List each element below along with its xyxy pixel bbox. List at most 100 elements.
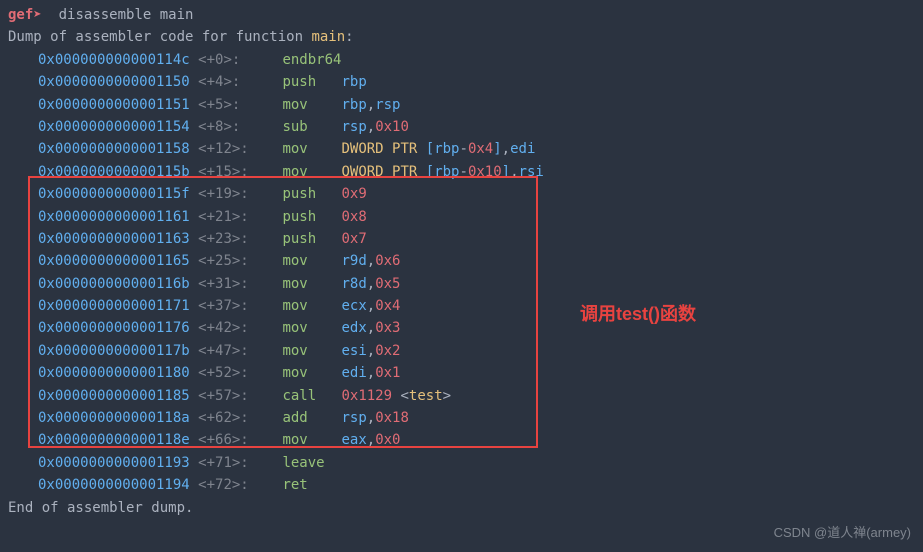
annotation-label: 调用test()函数 (580, 300, 696, 329)
operand: QWORD PTR (341, 164, 425, 180)
offset: <+66>: (198, 432, 282, 448)
operand: 0x1129 (341, 388, 392, 404)
operand: 0x10 (468, 164, 502, 180)
asm-row: 0x0000000000001163 <+23>: push 0x7 (8, 228, 915, 250)
operand: rbp (341, 97, 366, 113)
address: 0x0000000000001154 (38, 119, 190, 135)
mnemonic: sub (282, 119, 341, 135)
offset: <+25>: (198, 253, 282, 269)
offset: <+12>: (198, 141, 282, 157)
mnemonic: add (282, 410, 341, 426)
operand: r8d (341, 276, 366, 292)
operand: esi (341, 343, 366, 359)
offset: <+23>: (198, 231, 282, 247)
operand: [ (426, 164, 434, 180)
operand: - (460, 164, 468, 180)
operand: rsi (519, 164, 544, 180)
mnemonic: push (282, 209, 341, 225)
mnemonic: push (282, 231, 341, 247)
offset: <+21>: (198, 209, 282, 225)
address: 0x000000000000117b (38, 343, 190, 359)
asm-row: 0x000000000000118a <+62>: add rsp,0x18 (8, 407, 915, 429)
offset: <+0>: (198, 52, 282, 68)
mnemonic: push (282, 74, 341, 90)
mnemonic: mov (282, 164, 341, 180)
address: 0x000000000000115b (38, 164, 190, 180)
offset: <+52>: (198, 365, 282, 381)
address: 0x0000000000001194 (38, 477, 190, 493)
asm-row: 0x0000000000001151 <+5>: mov rbp,rsp (8, 94, 915, 116)
mnemonic: mov (282, 365, 341, 381)
mnemonic: mov (282, 276, 341, 292)
command: disassemble main (59, 7, 194, 23)
asm-row: 0x000000000000116b <+31>: mov r8d,0x5 (8, 273, 915, 295)
address: 0x0000000000001158 (38, 141, 190, 157)
prompt-name: gef (8, 7, 33, 23)
mnemonic: mov (282, 253, 341, 269)
offset: <+8>: (198, 119, 282, 135)
watermark: CSDN @道人禅(armey) (774, 523, 911, 544)
mnemonic: mov (282, 298, 341, 314)
operand: 0x4 (375, 298, 400, 314)
address: 0x0000000000001165 (38, 253, 190, 269)
address: 0x0000000000001151 (38, 97, 190, 113)
asm-row: 0x000000000000115b <+15>: mov QWORD PTR … (8, 161, 915, 183)
offset: <+4>: (198, 74, 282, 90)
operand: ecx (341, 298, 366, 314)
offset: <+37>: (198, 298, 282, 314)
operand: < (392, 388, 409, 404)
operand: test (409, 388, 443, 404)
operand: 0x5 (375, 276, 400, 292)
asm-row: 0x0000000000001171 <+37>: mov ecx,0x4 (8, 295, 915, 317)
mnemonic: mov (282, 320, 341, 336)
operand: rbp (341, 74, 366, 90)
operand: DWORD PTR (341, 141, 425, 157)
mnemonic: ret (282, 477, 341, 493)
operand: , (367, 410, 375, 426)
offset: <+62>: (198, 410, 282, 426)
asm-row: 0x0000000000001154 <+8>: sub rsp,0x10 (8, 116, 915, 138)
disassembly-rows: 0x000000000000114c <+0>: endbr640x000000… (8, 49, 915, 497)
operand: , (367, 432, 375, 448)
operand: 0x0 (375, 432, 400, 448)
dump-footer: End of assembler dump. (8, 497, 915, 519)
mnemonic: call (282, 388, 341, 404)
asm-row: 0x0000000000001185 <+57>: call 0x1129 <t… (8, 385, 915, 407)
operand: [ (426, 141, 434, 157)
mnemonic: mov (282, 432, 341, 448)
operand: , (367, 97, 375, 113)
asm-row: 0x0000000000001193 <+71>: leave (8, 452, 915, 474)
address: 0x000000000000118e (38, 432, 190, 448)
operand: rsp (341, 119, 366, 135)
asm-row: 0x0000000000001180 <+52>: mov edi,0x1 (8, 362, 915, 384)
operand: 0x7 (341, 231, 366, 247)
address: 0x0000000000001161 (38, 209, 190, 225)
offset: <+15>: (198, 164, 282, 180)
operand: , (367, 253, 375, 269)
address: 0x0000000000001185 (38, 388, 190, 404)
operand: 0x1 (375, 365, 400, 381)
offset: <+31>: (198, 276, 282, 292)
address: 0x0000000000001180 (38, 365, 190, 381)
mnemonic: mov (282, 97, 341, 113)
operand: eax (341, 432, 366, 448)
operand: 0x10 (375, 119, 409, 135)
address: 0x000000000000114c (38, 52, 190, 68)
operand: edx (341, 320, 366, 336)
asm-row: 0x000000000000114c <+0>: endbr64 (8, 49, 915, 71)
address: 0x000000000000118a (38, 410, 190, 426)
operand: r9d (341, 253, 366, 269)
prompt-line[interactable]: gef➤ disassemble main (8, 4, 915, 26)
operand: edi (510, 141, 535, 157)
offset: <+57>: (198, 388, 282, 404)
mnemonic: mov (282, 141, 341, 157)
offset: <+72>: (198, 477, 282, 493)
dump-header: Dump of assembler code for function main… (8, 26, 915, 48)
offset: <+47>: (198, 343, 282, 359)
mnemonic: leave (282, 455, 341, 471)
operand: , (367, 119, 375, 135)
operand: , (502, 141, 510, 157)
asm-row: 0x0000000000001194 <+72>: ret (8, 474, 915, 496)
mnemonic: mov (282, 343, 341, 359)
command-text (42, 7, 59, 23)
